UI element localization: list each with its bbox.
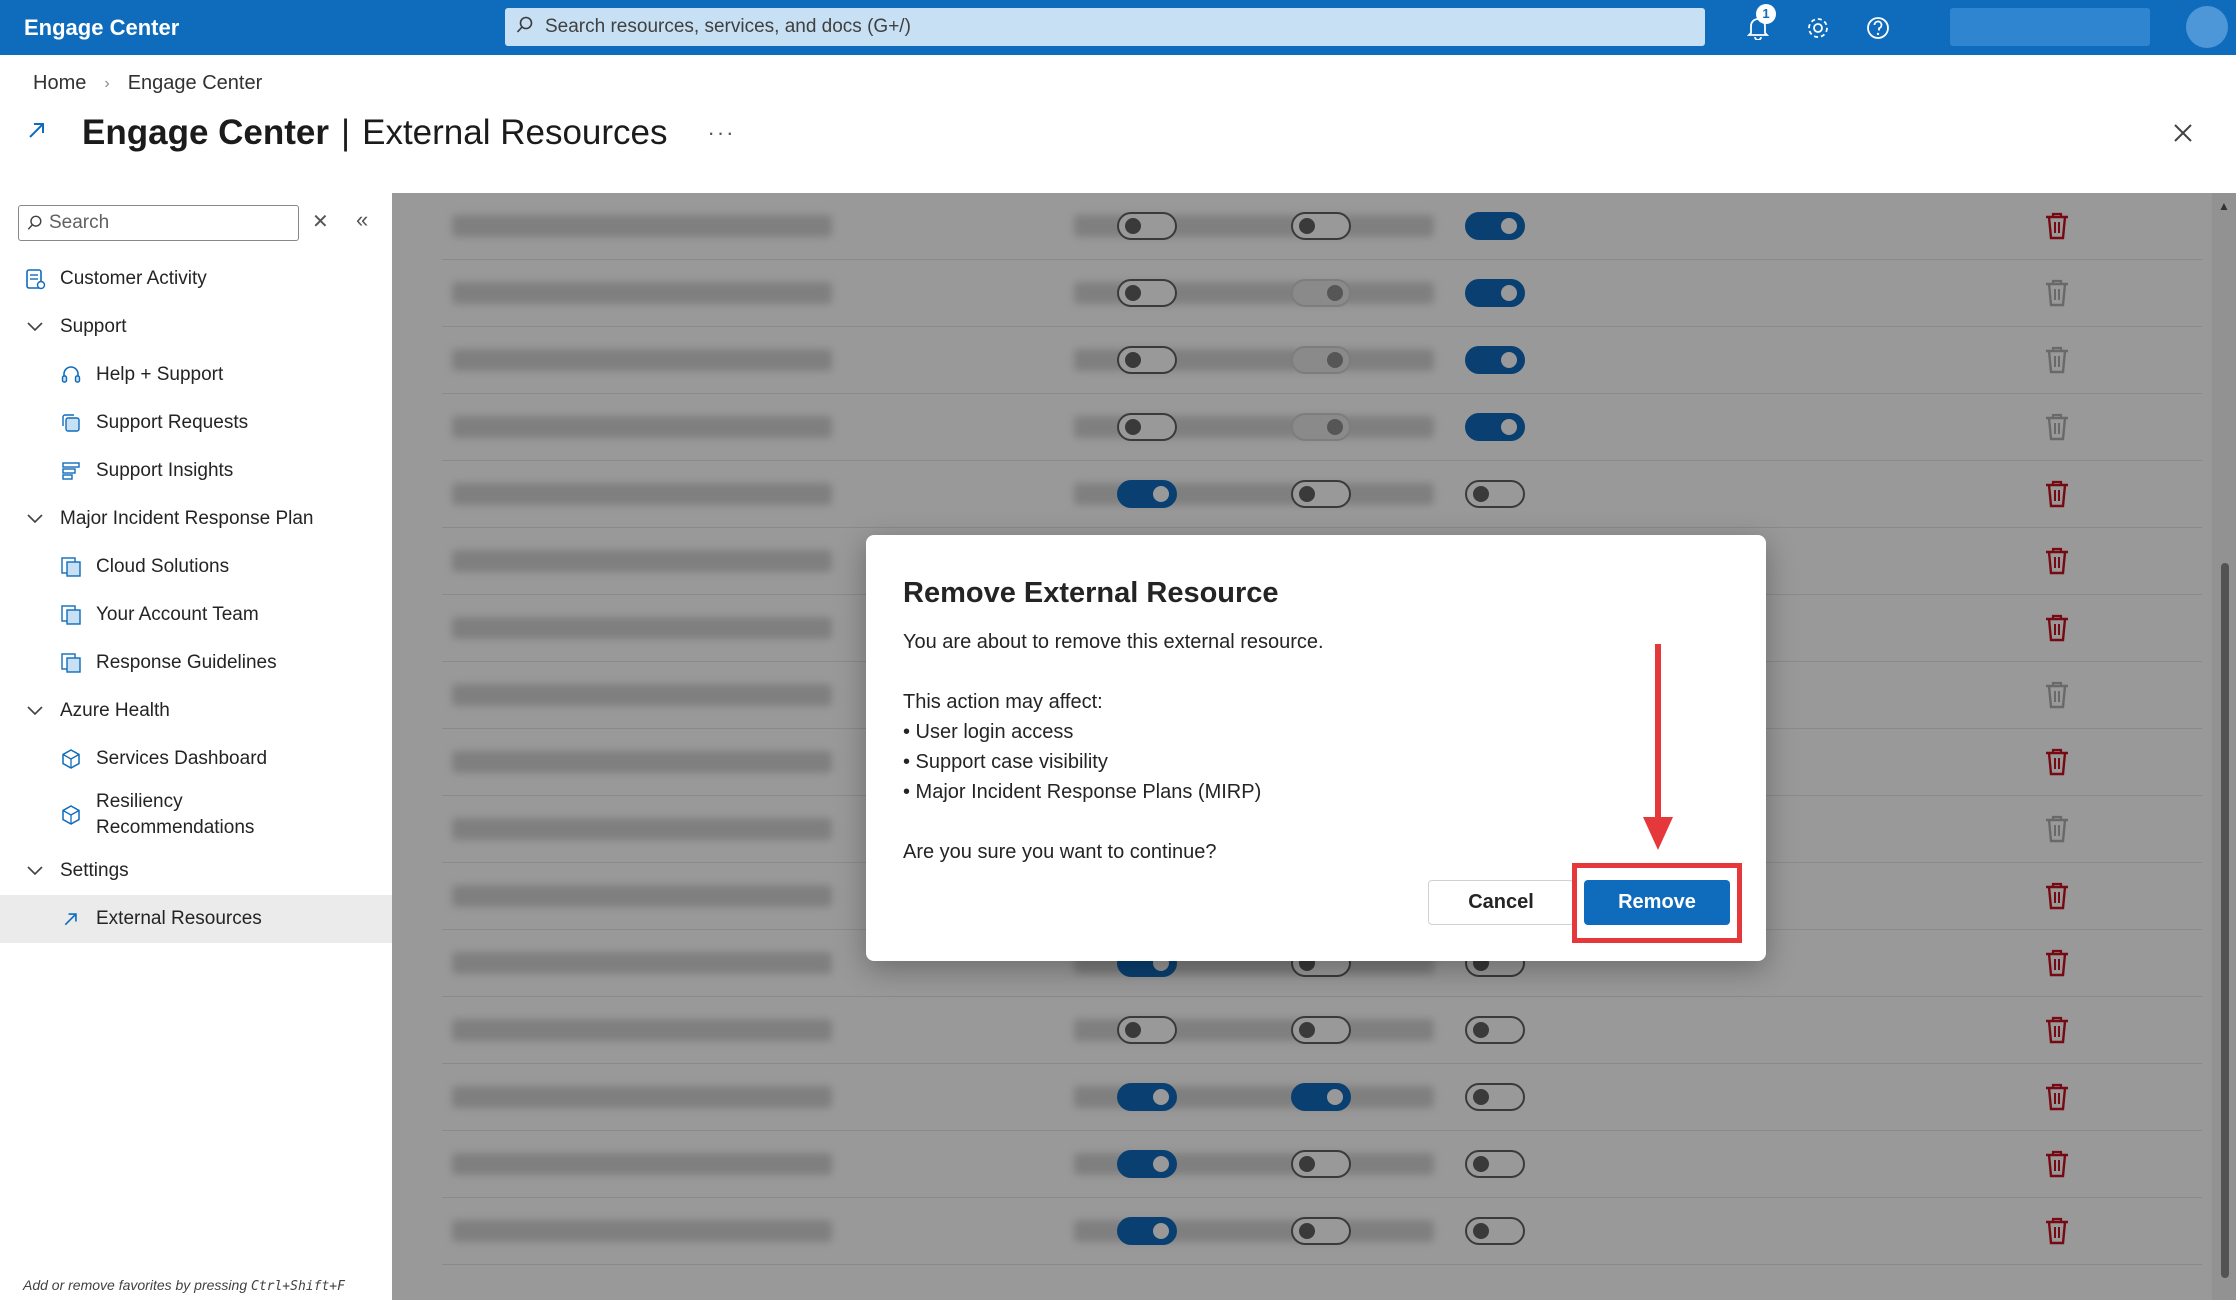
sidebar-item-support-requests[interactable]: Support Requests [0, 399, 392, 447]
dialog-affect-heading: This action may affect: [903, 691, 1103, 713]
sidebar-group-mirp[interactable]: Major Incident Response Plan [0, 495, 392, 543]
sidebar-item-label: Azure Health [60, 700, 170, 721]
dialog-intro: You are about to remove this external re… [903, 631, 1324, 653]
external-link-icon [26, 119, 50, 148]
sidebar-nav: Customer Activity Support Help + Support… [0, 255, 392, 943]
dialog-title: Remove External Resource [903, 577, 1279, 609]
sidebar-item-label: Your Account Team [96, 604, 259, 625]
customer-activity-icon [22, 266, 48, 292]
dialog-affect-item: • User login access [903, 721, 1074, 743]
chevron-down-icon [22, 322, 48, 332]
cube-icon [58, 746, 84, 772]
sidebar-item-label: Help + Support [96, 364, 224, 385]
title-separator: | [341, 113, 351, 152]
sidebar-item-label: External Resources [96, 908, 262, 929]
chevron-down-icon [22, 514, 48, 524]
sidebar-group-support[interactable]: Support [0, 303, 392, 351]
dialog-affect-item: • Support case visibility [903, 751, 1108, 773]
external-link-icon [58, 906, 84, 932]
support-requests-icon [58, 410, 84, 436]
sidebar-group-azure-health[interactable]: Azure Health [0, 687, 392, 735]
close-icon[interactable] [2168, 118, 2198, 148]
sidebar-item-label: Resiliency Recommendations [96, 789, 254, 841]
chevron-right-icon: › [104, 74, 110, 92]
page-subtitle: External Resources [362, 113, 668, 152]
remove-resource-dialog: Remove External Resource You are about t… [866, 535, 1766, 961]
account-menu[interactable] [1950, 8, 2150, 46]
sidebar-item-customer-activity[interactable]: Customer Activity [0, 255, 392, 303]
favorites-hint-text: Add or remove favorites by pressing [23, 1277, 251, 1293]
gear-icon[interactable] [1800, 10, 1836, 46]
sidebar-item-label: Support Requests [96, 412, 249, 433]
sidebar-item-label: Services Dashboard [96, 748, 268, 769]
document-icon [58, 650, 84, 676]
sidebar-search-input[interactable]: Search [18, 205, 299, 241]
collapse-sidebar-icon[interactable]: « [356, 207, 368, 233]
sidebar-item-external-resources[interactable]: External Resources [0, 895, 392, 943]
sidebar-search-placeholder: Search [49, 212, 110, 233]
insights-icon [58, 458, 84, 484]
top-bar: Engage Center Search resources, services… [0, 0, 2236, 55]
sidebar: Search ✕ « Customer Activity Support Hel… [0, 193, 392, 1300]
cancel-button[interactable]: Cancel [1428, 880, 1574, 925]
page-header: Engage Center | External Resources ··· [26, 108, 736, 158]
sidebar-item-help-support[interactable]: Help + Support [0, 351, 392, 399]
remove-button-highlight [1572, 863, 1742, 943]
help-icon[interactable] [1860, 10, 1896, 46]
search-icon [505, 16, 545, 39]
sidebar-item-support-insights[interactable]: Support Insights [0, 447, 392, 495]
chevron-down-icon [22, 866, 48, 876]
sidebar-item-label: Response Guidelines [96, 652, 277, 673]
global-search-placeholder: Search resources, services, and docs (G+… [545, 16, 911, 37]
avatar[interactable] [2186, 6, 2228, 48]
global-search-input[interactable]: Search resources, services, and docs (G+… [505, 8, 1705, 46]
dialog-body: You are about to remove this external re… [903, 627, 1324, 867]
page-title: Engage Center [82, 113, 329, 152]
sidebar-item-resiliency-recommendations[interactable]: Resiliency Recommendations [0, 783, 392, 847]
breadcrumb-home[interactable]: Home [33, 72, 86, 95]
sidebar-item-label: Support [60, 316, 127, 337]
chevron-down-icon [22, 706, 48, 716]
breadcrumb-engage-center[interactable]: Engage Center [128, 72, 263, 95]
sidebar-item-label: Settings [60, 860, 129, 881]
dialog-question: Are you sure you want to continue? [903, 841, 1217, 863]
sidebar-item-label-line2: Recommendations [96, 817, 255, 838]
sidebar-item-label-line1: Resiliency [96, 791, 183, 812]
sidebar-item-label: Support Insights [96, 460, 234, 481]
favorites-hint-shortcut: Ctrl+Shift+F [251, 1279, 345, 1294]
document-icon [58, 554, 84, 580]
clear-search-icon[interactable]: ✕ [312, 209, 329, 234]
sidebar-item-response-guidelines[interactable]: Response Guidelines [0, 639, 392, 687]
headset-icon [58, 362, 84, 388]
sidebar-item-label: Customer Activity [60, 268, 207, 289]
sidebar-item-services-dashboard[interactable]: Services Dashboard [0, 735, 392, 783]
cube-icon [58, 802, 84, 828]
sidebar-item-label: Cloud Solutions [96, 556, 230, 577]
annotation-arrow [1643, 644, 1673, 850]
brand-title[interactable]: Engage Center [24, 0, 179, 55]
sidebar-item-label: Major Incident Response Plan [60, 508, 314, 529]
favorites-hint: Add or remove favorites by pressing Ctrl… [23, 1277, 345, 1294]
notification-badge: 1 [1756, 4, 1776, 24]
sidebar-item-cloud-solutions[interactable]: Cloud Solutions [0, 543, 392, 591]
breadcrumb: Home › Engage Center [33, 72, 262, 95]
sidebar-group-settings[interactable]: Settings [0, 847, 392, 895]
search-icon [27, 215, 43, 231]
more-options-button[interactable]: ··· [708, 120, 736, 146]
sidebar-item-your-account-team[interactable]: Your Account Team [0, 591, 392, 639]
dialog-affect-item: • Major Incident Response Plans (MIRP) [903, 781, 1262, 803]
document-icon [58, 602, 84, 628]
